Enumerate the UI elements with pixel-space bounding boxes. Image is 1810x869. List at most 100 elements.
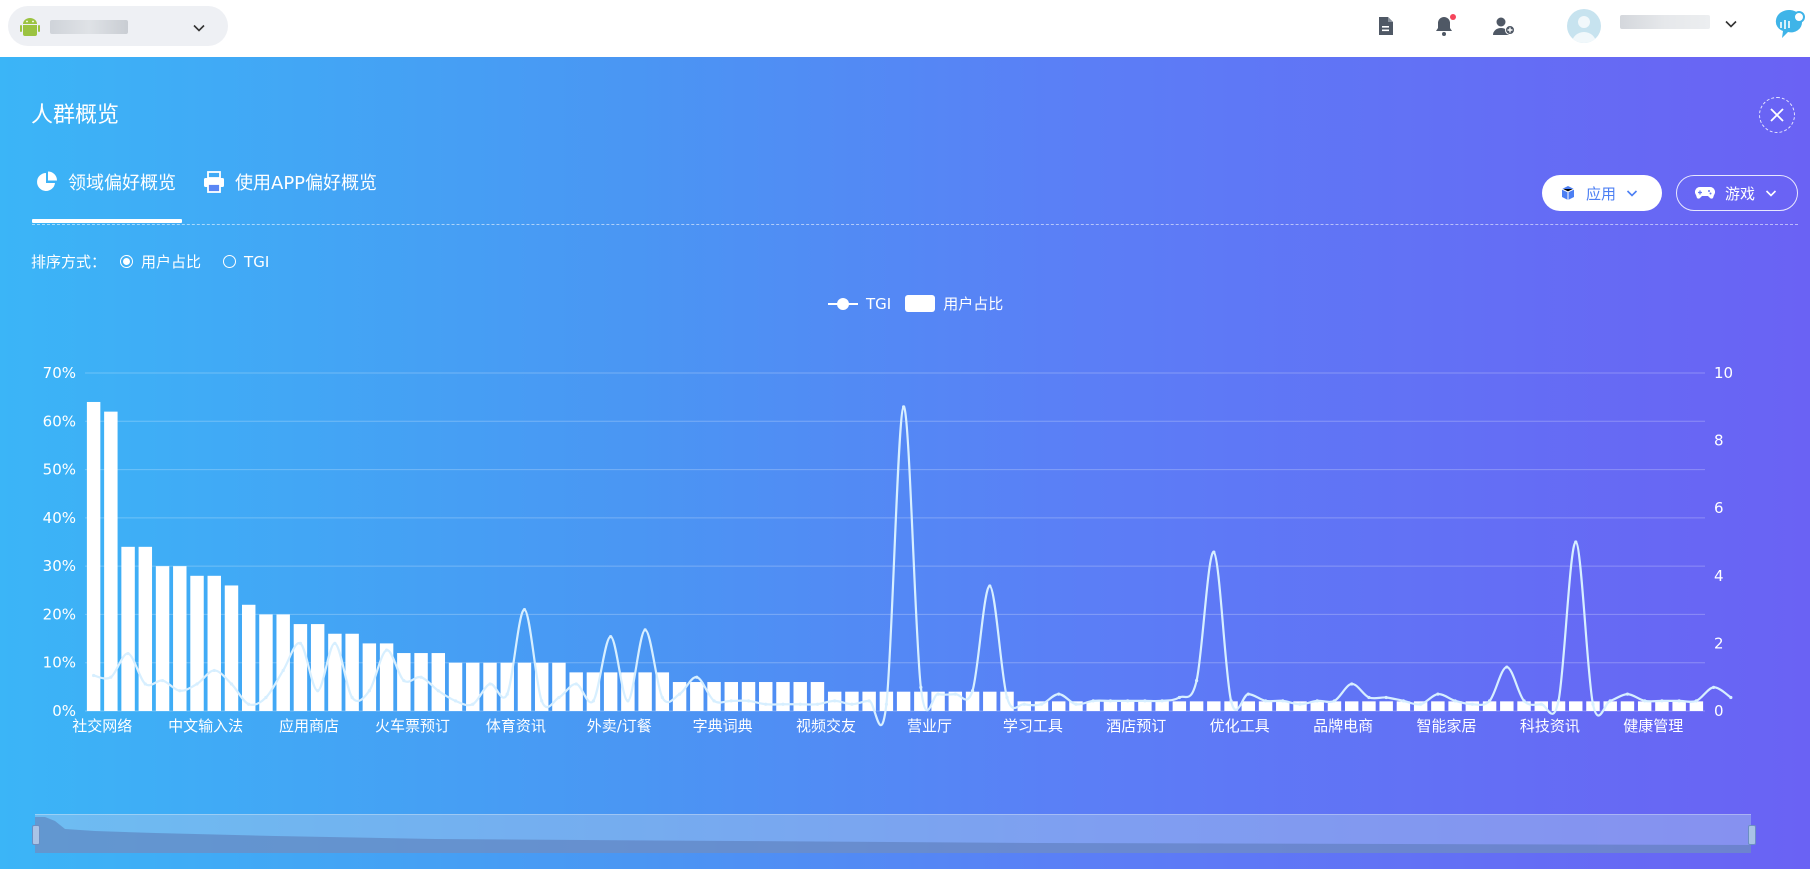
bar (517, 662, 532, 711)
tgi-point (746, 699, 751, 703)
tgi-point (1005, 695, 1009, 700)
bar (1138, 701, 1152, 711)
tgi-point (1643, 699, 1647, 703)
tgi-point (919, 685, 923, 689)
bar (345, 633, 359, 711)
chevron-down-icon[interactable] (1724, 16, 1738, 35)
bar (1258, 701, 1273, 711)
tgi-point (1108, 699, 1113, 703)
tgi-point (850, 702, 854, 706)
tgi-point (936, 692, 940, 696)
bar (328, 633, 342, 711)
x-tick-label: 营业厅 (907, 717, 952, 735)
tgi-point (833, 699, 837, 703)
tgi-point (1126, 699, 1130, 703)
tgi-point (195, 682, 199, 686)
bar (155, 566, 170, 711)
bar (1655, 701, 1669, 711)
brand-logo[interactable] (1772, 8, 1806, 48)
tgi-point (1091, 699, 1095, 703)
tgi-point (212, 668, 216, 673)
tgi-point (1384, 695, 1388, 700)
bar (793, 682, 807, 711)
x-tick-label: 视频交友 (796, 717, 856, 735)
tgi-point (591, 699, 596, 703)
tgi-point (1591, 702, 1595, 706)
bar (1620, 701, 1635, 711)
tgi-point (695, 675, 699, 679)
y-left-tick-label: 60% (43, 412, 76, 430)
tgi-point (729, 699, 733, 703)
bar (1362, 701, 1376, 711)
tgi-point (1022, 702, 1026, 706)
bar (104, 411, 118, 711)
tgi-point (419, 675, 423, 679)
tgi-point (540, 699, 544, 703)
tgi-point (764, 702, 768, 706)
tgi-point (1263, 699, 1268, 703)
document-icon[interactable] (1374, 14, 1398, 38)
tgi-point (1177, 695, 1181, 700)
bar (1052, 701, 1066, 711)
app-selector[interactable] (8, 6, 228, 46)
x-tick-label: 品牌电商 (1313, 717, 1373, 735)
tgi-point (1608, 699, 1612, 703)
notification-dot (1450, 14, 1456, 20)
chevron-down-icon[interactable] (192, 20, 206, 39)
tgi-point (1556, 699, 1561, 703)
tgi-point (798, 702, 802, 706)
tgi-point (1160, 699, 1164, 703)
x-tick-label: 火车票预订 (375, 717, 450, 735)
bar (845, 691, 859, 711)
tgi-point (781, 702, 785, 706)
tgi-point (970, 689, 975, 693)
bar (1637, 701, 1652, 711)
x-tick-label: 外卖/订餐 (587, 717, 652, 735)
bar (190, 575, 204, 711)
tgi-point (1419, 702, 1423, 706)
x-tick-label: 智能家居 (1416, 717, 1476, 735)
tgi-point (402, 678, 406, 683)
tgi-point (1212, 550, 1216, 554)
tgi-point (488, 682, 492, 686)
data-zoom-slider[interactable] (32, 814, 1756, 853)
tgi-point (1315, 699, 1319, 703)
x-tick-label: 酒店预订 (1106, 717, 1166, 735)
android-icon (20, 16, 40, 42)
zoom-handle-right[interactable] (1748, 825, 1756, 845)
tgi-point (384, 648, 389, 652)
tgi-point (953, 692, 957, 696)
tgi-point (867, 699, 871, 703)
bar (603, 672, 618, 711)
tgi-point (660, 695, 664, 700)
x-tick-label: 科技资讯 (1520, 717, 1580, 735)
tgi-point (247, 702, 251, 706)
bar (1500, 701, 1514, 711)
combo-chart: 70%60%50%40%30%20%10%0%1086420社交网络 中文输入法应… (43, 364, 1733, 735)
add-user-icon[interactable] (1492, 14, 1516, 38)
tgi-point (988, 584, 992, 588)
app-name-redacted (50, 20, 128, 34)
tgi-point (1367, 695, 1371, 700)
bar (1431, 701, 1445, 711)
tgi-point (453, 699, 458, 703)
tgi-point (316, 689, 320, 693)
top-navigation-bar (0, 0, 1810, 57)
tgi-point (1539, 702, 1543, 706)
avatar[interactable] (1567, 9, 1601, 43)
bell-icon[interactable] (1432, 14, 1456, 38)
y-right-tick-label: 6 (1714, 499, 1724, 517)
bar (1241, 701, 1256, 711)
bar (896, 691, 911, 711)
bar (1379, 701, 1393, 711)
zoom-handle-left[interactable] (32, 825, 40, 845)
x-tick-label: 学习工具 (1003, 717, 1063, 735)
tgi-point (264, 695, 268, 700)
tgi-point (643, 628, 647, 632)
tgi-point (1505, 665, 1509, 669)
tgi-point (1660, 699, 1664, 703)
tgi-point (160, 678, 165, 683)
tgi-point (1246, 692, 1250, 696)
tgi-point (178, 689, 182, 693)
tgi-point (1712, 685, 1716, 689)
